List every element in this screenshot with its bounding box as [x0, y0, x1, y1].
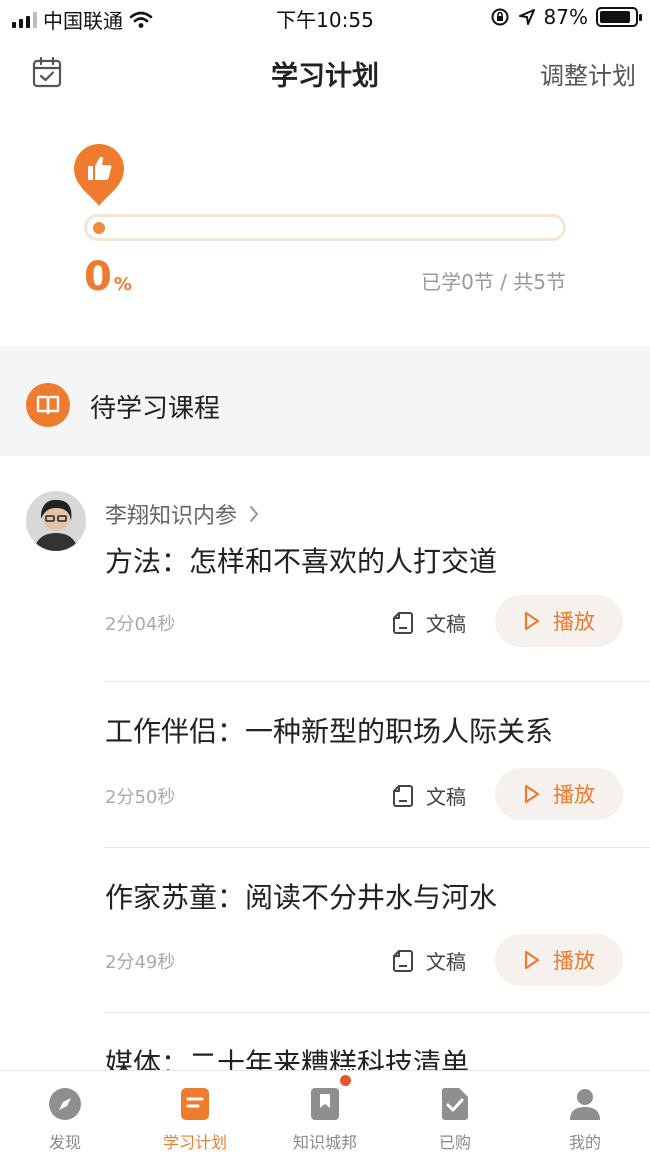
- battery-icon: [596, 7, 642, 27]
- play-button[interactable]: 播放: [495, 768, 623, 820]
- status-bar: 中国联通 下午10:55 87%: [0, 0, 650, 36]
- purchased-icon: [442, 1087, 468, 1120]
- play-button[interactable]: 播放: [495, 934, 623, 986]
- bookmark-icon: [311, 1088, 339, 1120]
- adjust-plan-button[interactable]: 调整计划: [540, 56, 636, 91]
- play-button[interactable]: 播放: [495, 595, 623, 647]
- transcript-button[interactable]: 文稿: [392, 781, 466, 810]
- rotation-lock-icon: [491, 8, 509, 26]
- learned-count: 已学0节 / 共5节: [421, 270, 566, 294]
- tab-label: 已购: [438, 1133, 471, 1152]
- progress-dot: [93, 222, 105, 234]
- tab-purchased[interactable]: 已购: [390, 1071, 520, 1156]
- progress-percent-value: 0: [84, 254, 112, 300]
- play-icon: [524, 950, 540, 970]
- tab-label: 我的: [568, 1133, 601, 1152]
- nav-bar: 学习计划 调整计划: [0, 36, 650, 112]
- transcript-button[interactable]: 文稿: [392, 608, 466, 637]
- tab-study-plan[interactable]: 学习计划: [130, 1071, 260, 1156]
- progress-track: [84, 214, 566, 241]
- pending-courses-header: 待学习课程: [0, 346, 650, 456]
- tab-label: 学习计划: [162, 1133, 227, 1152]
- lesson-title[interactable]: 工作伴侣：一种新型的职场人际关系: [105, 710, 553, 750]
- thumbs-up-icon: [74, 144, 124, 206]
- notification-badge: [340, 1075, 351, 1086]
- tab-discover[interactable]: 发现: [0, 1071, 130, 1156]
- document-icon: [393, 611, 413, 634]
- tab-label: 知识城邦: [292, 1133, 357, 1152]
- divider: [104, 847, 650, 848]
- tab-label: 发现: [48, 1133, 81, 1152]
- course-source-link[interactable]: 李翔知识内参: [105, 498, 259, 530]
- lesson-title[interactable]: 方法：怎样和不喜欢的人打交道: [105, 540, 497, 580]
- transcript-button[interactable]: 文稿: [392, 946, 466, 975]
- play-label: 播放: [553, 783, 595, 807]
- play-label: 播放: [553, 610, 595, 634]
- study-plan-icon: [181, 1088, 209, 1120]
- progress-percent: 0%: [84, 254, 132, 300]
- document-icon: [393, 949, 413, 972]
- play-label: 播放: [553, 949, 595, 973]
- divider: [104, 1012, 650, 1013]
- play-icon: [524, 611, 540, 631]
- transcript-label: 文稿: [426, 612, 466, 636]
- tab-knowledge-city[interactable]: 知识城邦: [260, 1071, 390, 1156]
- tab-me[interactable]: 我的: [520, 1071, 650, 1156]
- transcript-label: 文稿: [426, 785, 466, 809]
- location-arrow-icon: [518, 9, 535, 25]
- divider: [104, 681, 650, 682]
- transcript-label: 文稿: [426, 950, 466, 974]
- play-icon: [524, 784, 540, 804]
- lesson-duration: 2分04秒: [105, 614, 176, 635]
- open-book-icon: [26, 383, 70, 427]
- lesson-duration: 2分49秒: [105, 952, 176, 973]
- document-icon: [393, 784, 413, 807]
- compass-icon: [49, 1088, 81, 1120]
- tab-bar: 发现 学习计划 知识城邦 已购 我的: [0, 1070, 650, 1156]
- profile-icon: [570, 1089, 600, 1120]
- battery-percent: 87%: [543, 5, 588, 29]
- avatar[interactable]: [26, 491, 86, 551]
- chevron-right-icon: [250, 506, 259, 522]
- course-source-name: 李翔知识内参: [105, 504, 238, 529]
- lesson-title[interactable]: 作家苏童：阅读不分井水与河水: [105, 876, 497, 916]
- percent-sign: %: [113, 274, 132, 295]
- lesson-duration: 2分50秒: [105, 787, 176, 808]
- pending-courses-title: 待学习课程: [90, 394, 221, 424]
